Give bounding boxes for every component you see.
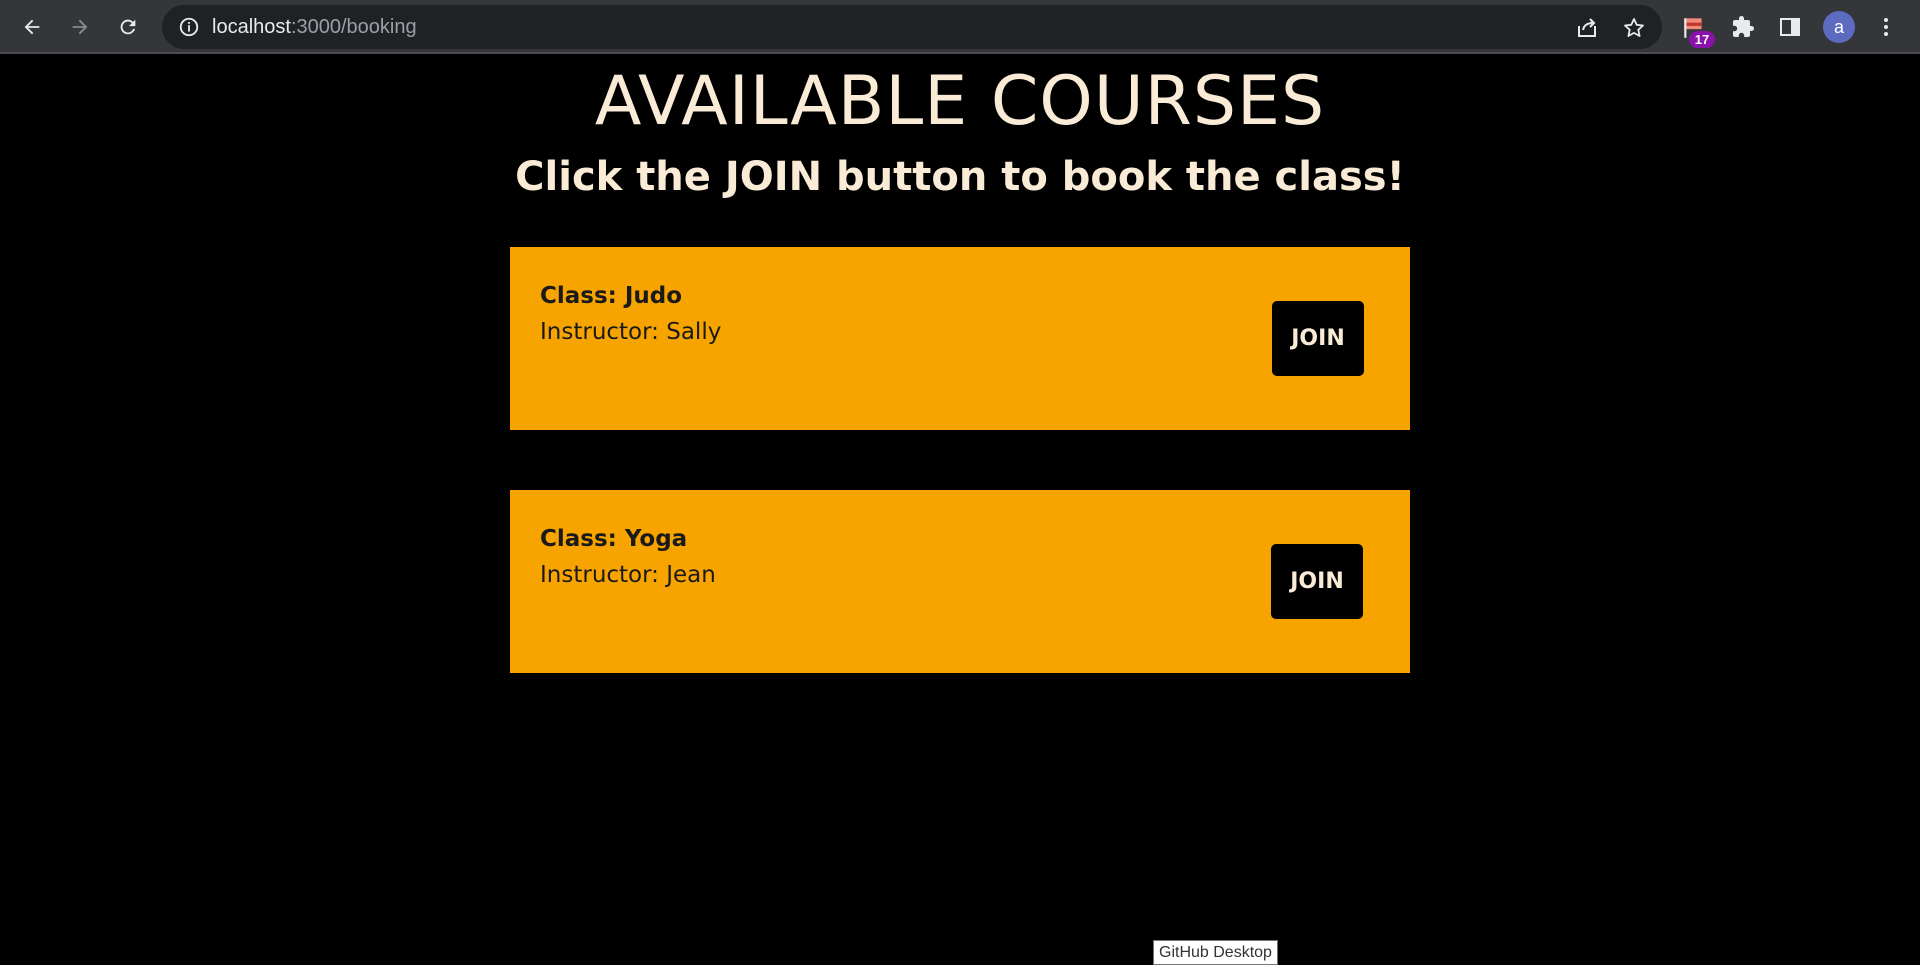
instructor-name: Instructor: Sally — [540, 319, 722, 345]
arrow-right-icon — [72, 19, 88, 35]
side-panel-icon — [1780, 18, 1800, 36]
profile-avatar[interactable]: a — [1823, 11, 1855, 43]
puzzle-icon — [1733, 16, 1754, 37]
url-host: localhost — [212, 16, 291, 38]
menu-button[interactable] — [1868, 9, 1904, 45]
browser-toolbar: localhost:3000/booking 17 a — [0, 0, 1920, 54]
class-name: Class: Yoga — [540, 526, 688, 552]
class-name: Class: Judo — [540, 283, 683, 309]
address-bar[interactable]: localhost:3000/booking — [162, 5, 1662, 49]
tooltip: GitHub Desktop — [1153, 940, 1278, 965]
extension-badge: 17 — [1689, 31, 1715, 48]
page-title: AVAILABLE COURSES — [594, 62, 1326, 141]
side-panel-button[interactable] — [1772, 9, 1808, 45]
info-icon[interactable] — [178, 16, 200, 38]
course-card-judo: Class: Judo Instructor: Sally JOIN — [510, 247, 1410, 430]
join-button-yoga[interactable]: JOIN — [1271, 544, 1363, 619]
extensions-button[interactable] — [1725, 9, 1761, 45]
join-button-judo[interactable]: JOIN — [1272, 301, 1364, 376]
share-icon[interactable] — [1575, 16, 1599, 40]
course-card-yoga: Class: Yoga Instructor: Jean JOIN — [510, 490, 1410, 673]
forward-button[interactable] — [62, 9, 98, 45]
arrow-left-icon — [24, 19, 40, 35]
more-vertical-icon — [1884, 18, 1888, 36]
url-text[interactable]: localhost:3000/booking — [212, 5, 417, 49]
reload-button[interactable] — [110, 9, 146, 45]
instructor-name: Instructor: Jean — [540, 562, 716, 588]
back-button[interactable] — [14, 9, 50, 45]
star-icon[interactable] — [1622, 16, 1646, 40]
url-path: :3000/booking — [290, 16, 417, 38]
page-subtitle: Click the JOIN button to book the class! — [515, 154, 1405, 200]
reload-icon — [120, 19, 136, 35]
